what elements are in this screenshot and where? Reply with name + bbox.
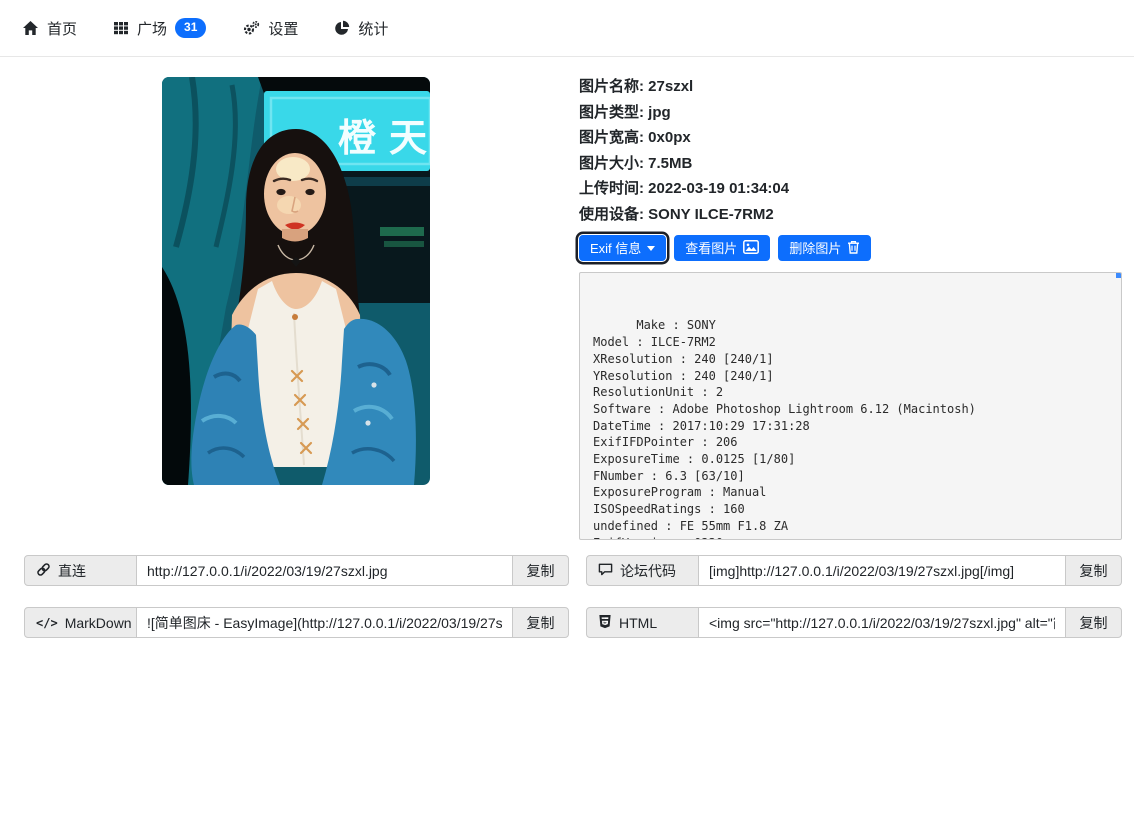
html-copy-button[interactable]: 复制 <box>1065 607 1122 638</box>
neon-sign-text: 橙天街 <box>338 118 430 160</box>
info-line-type: 图片类型: jpg <box>579 105 1122 121</box>
home-icon <box>22 20 39 36</box>
pie-chart-icon <box>334 20 350 36</box>
forum-code-copy-button[interactable]: 复制 <box>1065 555 1122 586</box>
view-image-button[interactable]: 查看图片 <box>674 235 770 261</box>
forum-code-group: 论坛代码 复制 <box>586 555 1122 586</box>
trash-icon <box>847 240 860 256</box>
markdown-input[interactable] <box>137 607 512 638</box>
html-input[interactable] <box>699 607 1065 638</box>
html-group: HTML 复制 <box>586 607 1122 638</box>
plaza-count-badge: 31 <box>175 18 206 37</box>
info-line-dimensions: 图片宽高: 0x0px <box>579 130 1122 146</box>
forum-code-input[interactable] <box>699 555 1065 586</box>
direct-link-input[interactable] <box>137 555 512 586</box>
forum-code-label: 论坛代码 <box>586 555 699 586</box>
links-section: 直连 复制 论坛代码 复制 <box>0 555 1134 638</box>
nav-item-settings[interactable]: 设置 <box>242 18 298 39</box>
uploaded-photo[interactable]: 橙天街 <box>162 77 430 485</box>
photo-column: 橙天街 <box>12 77 579 540</box>
top-navbar: 首页 广场 31 设置 <box>0 0 1134 57</box>
markdown-label: </> MarkDown <box>24 607 137 638</box>
nav-item-home[interactable]: 首页 <box>22 18 77 39</box>
nav-item-label: 首页 <box>47 18 77 39</box>
nav-item-label: 统计 <box>358 18 388 39</box>
comment-icon <box>598 562 613 580</box>
exif-info-button[interactable]: Exif 信息 <box>579 235 666 261</box>
caret-down-icon <box>647 246 655 251</box>
link-icon <box>36 562 51 580</box>
nav-item-plaza[interactable]: 广场 31 <box>113 18 206 39</box>
gears-icon <box>242 20 260 36</box>
info-line-size: 图片大小: 7.5MB <box>579 156 1122 172</box>
nav-item-label: 设置 <box>268 18 298 39</box>
info-line-upload-time: 上传时间: 2022-03-19 01:34:04 <box>579 181 1122 197</box>
exif-panel-corner <box>1116 273 1121 278</box>
nav-item-stats[interactable]: 统计 <box>334 18 388 39</box>
direct-link-label: 直连 <box>24 555 137 586</box>
links-row-2: </> MarkDown 复制 HTML <box>12 607 1122 638</box>
direct-link-group: 直连 复制 <box>24 555 569 586</box>
image-icon <box>743 240 759 256</box>
exif-data-panel[interactable]: Make : SONY Model : ILCE-7RM2 XResolutio… <box>579 272 1122 540</box>
html-label: HTML <box>586 607 699 638</box>
code-icon: </> <box>36 616 58 630</box>
info-line-device: 使用设备: SONY ILCE-7RM2 <box>579 207 1122 223</box>
links-row-1: 直连 复制 论坛代码 复制 <box>12 555 1122 586</box>
photo-illustration: 橙天街 <box>162 77 430 485</box>
markdown-group: </> MarkDown 复制 <box>24 607 569 638</box>
delete-image-button[interactable]: 删除图片 <box>778 235 871 261</box>
markdown-copy-button[interactable]: 复制 <box>512 607 569 638</box>
grid-icon <box>113 20 129 36</box>
direct-link-copy-button[interactable]: 复制 <box>512 555 569 586</box>
main-content: 橙天街 <box>0 77 1134 540</box>
nav-item-label: 广场 <box>137 18 167 39</box>
action-buttons: Exif 信息 查看图片 删除图片 <box>579 235 1122 261</box>
image-info-panel: 图片名称: 27szxl 图片类型: jpg 图片宽高: 0x0px 图片大小:… <box>579 77 1122 540</box>
info-line-name: 图片名称: 27szxl <box>579 79 1122 95</box>
exif-text: Make : SONY Model : ILCE-7RM2 XResolutio… <box>593 318 976 540</box>
html5-icon <box>598 614 612 632</box>
